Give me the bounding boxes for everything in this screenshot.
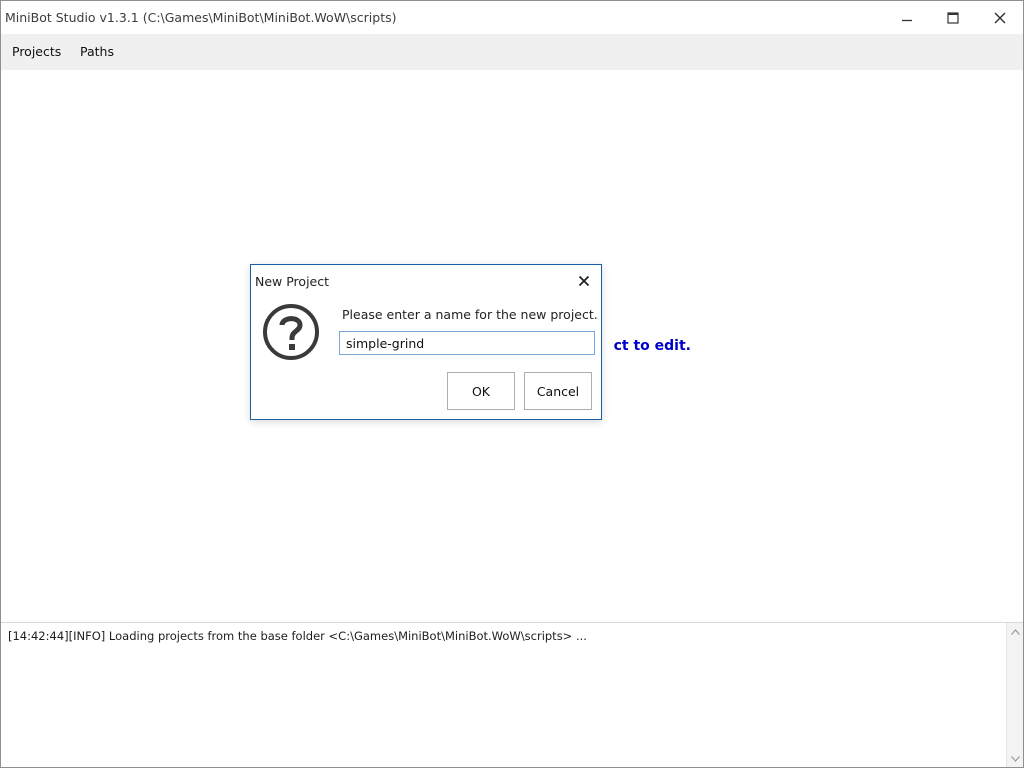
project-name-input[interactable] [339, 331, 595, 355]
ok-button[interactable]: OK [447, 372, 515, 410]
log-panel[interactable]: [14:42:44][INFO] Loading projects from t… [1, 622, 1023, 767]
menu-projects[interactable]: Projects [10, 44, 63, 59]
close-icon [578, 275, 590, 287]
new-project-dialog: New Project Please enter a name for the … [250, 264, 602, 420]
title-bar[interactable]: MiniBot Studio v1.3.1 (C:\Games\MiniBot\… [1, 1, 1023, 34]
dialog-title: New Project [255, 274, 330, 289]
cancel-button[interactable]: Cancel [524, 372, 592, 410]
close-icon [994, 12, 1006, 23]
minimize-button[interactable] [884, 1, 930, 34]
maximize-icon [947, 11, 959, 24]
maximize-button[interactable] [930, 1, 976, 34]
log-line: [14:42:44][INFO] Loading projects from t… [8, 629, 587, 643]
menu-paths[interactable]: Paths [78, 44, 116, 59]
scroll-down-icon[interactable] [1010, 754, 1020, 764]
dialog-prompt: Please enter a name for the new project. [342, 307, 598, 322]
window-title: MiniBot Studio v1.3.1 (C:\Games\MiniBot\… [5, 10, 397, 25]
log-scrollbar[interactable] [1006, 623, 1023, 767]
minimize-icon [902, 19, 912, 21]
dialog-close-button[interactable] [577, 274, 591, 288]
menu-bar: Projects Paths [1, 34, 1023, 70]
scroll-up-icon[interactable] [1010, 627, 1020, 637]
question-icon [263, 304, 319, 360]
close-button[interactable] [977, 1, 1023, 34]
